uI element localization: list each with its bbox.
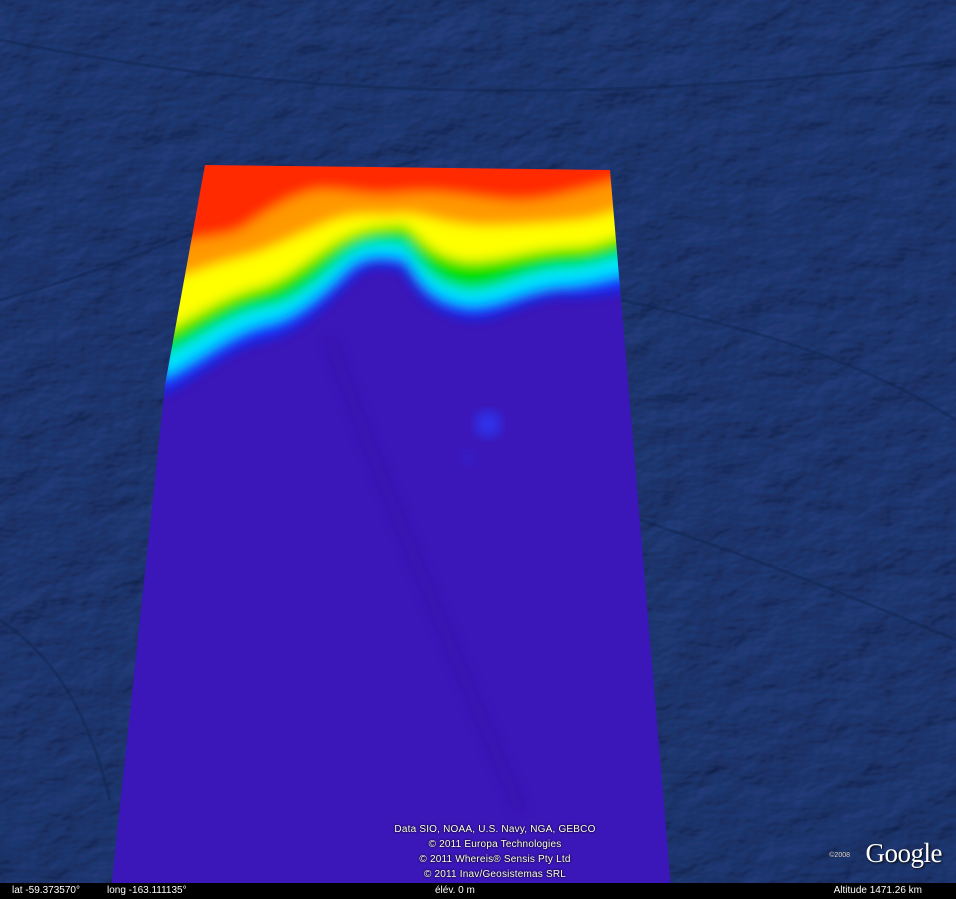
credit-line: Data SIO, NOAA, U.S. Navy, NGA, GEBCO	[394, 824, 596, 835]
ocean-floor-terrain[interactable]	[0, 0, 956, 899]
credit-line: © 2011 Europa Technologies	[428, 839, 562, 850]
latitude-readout: lat -59.373570°	[12, 885, 80, 896]
altitude-readout: Altitude 1471.26 km	[833, 885, 922, 896]
map-viewport[interactable]: Data SIO, NOAA, U.S. Navy, NGA, GEBCO © …	[0, 0, 956, 899]
longitude-readout: long -163.111135°	[107, 885, 187, 896]
data-attribution: Data SIO, NOAA, U.S. Navy, NGA, GEBCO © …	[330, 822, 660, 882]
credit-line: © 2011 Whereis® Sensis Pty Ltd	[419, 854, 571, 865]
credit-line: © 2011 Inav/Geosistemas SRL	[423, 869, 567, 880]
status-bar: lat -59.373570° long -163.111135° élév. …	[0, 883, 956, 899]
logo-copyright: ©2008	[829, 852, 850, 859]
elevation-readout: élév. 0 m	[435, 885, 475, 896]
google-logo: Google	[865, 838, 943, 868]
